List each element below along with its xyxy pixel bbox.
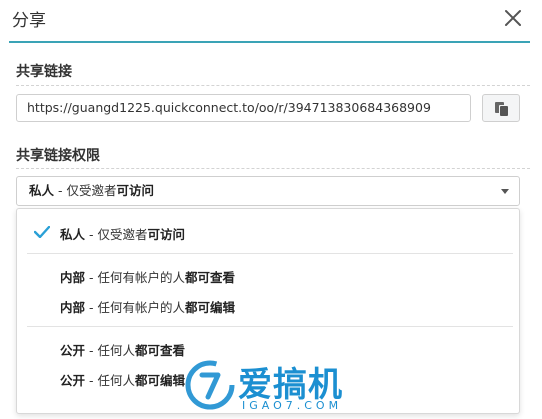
option-divider: [27, 326, 513, 327]
close-icon[interactable]: [502, 7, 524, 29]
header-divider: [9, 41, 530, 43]
check-icon: [34, 226, 50, 238]
share-link-label: 共享链接: [16, 64, 72, 80]
watermark-logo: 爱搞机 IGAO7.COM: [182, 357, 362, 417]
watermark-domain: IGAO7.COM: [242, 399, 343, 412]
permission-option-internal-view[interactable]: 内部 - 任何有帐户的人都可查看: [60, 267, 235, 286]
chevron-down-icon: [501, 189, 509, 194]
share-link-field[interactable]: https://guangd1225.quickconnect.to/oo/r/…: [16, 94, 471, 122]
option-divider: [27, 253, 513, 254]
copy-link-button[interactable]: [482, 94, 520, 122]
section-divider: [16, 168, 530, 169]
share-permission-label: 共享链接权限: [16, 148, 100, 164]
section-divider: [16, 85, 530, 86]
permission-select[interactable]: 私人 - 仅受邀者可访问: [16, 176, 520, 206]
permission-option-internal-edit[interactable]: 内部 - 任何有帐户的人都可编辑: [60, 297, 235, 316]
dialog-title: 分享: [12, 11, 46, 31]
permission-option-public-view[interactable]: 公开 - 任何人都可查看: [60, 340, 185, 359]
permission-option-public-edit[interactable]: 公开 - 任何人都可编辑: [60, 370, 185, 389]
logo-icon: [185, 360, 235, 410]
copy-icon: [495, 102, 508, 116]
permission-option-private[interactable]: 私人 - 仅受邀者可访问: [60, 224, 185, 243]
permission-selected-value: 私人 - 仅受邀者可访问: [29, 183, 154, 198]
